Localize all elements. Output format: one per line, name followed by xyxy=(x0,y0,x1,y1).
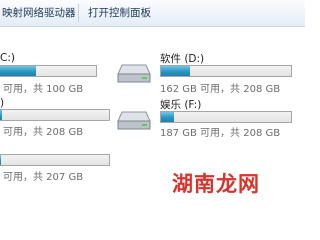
drive-usage-fill xyxy=(0,155,2,165)
drive-space-text: 可用，共 100 GB xyxy=(3,84,84,95)
hard-drive-icon xyxy=(117,111,151,130)
drive-name: ) xyxy=(0,97,5,109)
drive-usage-bar xyxy=(160,111,292,123)
drive-name: 娱乐 (F:) xyxy=(160,99,202,111)
map-network-drive-button[interactable]: 映射网络驱动器 xyxy=(2,5,76,20)
drive-usage-fill xyxy=(161,112,174,122)
drive-usage-bar xyxy=(160,65,292,77)
drive-usage-bar xyxy=(0,109,110,121)
command-toolbar: 映射网络驱动器 打开控制面板 xyxy=(0,0,305,27)
drive-item-d[interactable]: 软件 (D:) 162 GB 可用，共 208 GB xyxy=(117,50,305,95)
drive-name: C:) xyxy=(0,52,15,64)
drive-item-e[interactable]: ) 可用，共 208 GB xyxy=(0,96,110,138)
drive-item-c[interactable]: C:) 可用，共 100 GB xyxy=(0,50,110,95)
drive-usage-bar xyxy=(0,154,110,166)
drive-space-text: 162 GB 可用，共 208 GB xyxy=(160,84,281,95)
toolbar-separator xyxy=(78,4,79,22)
drive-usage-fill xyxy=(161,66,190,76)
open-control-panel-button[interactable]: 打开控制面板 xyxy=(88,5,151,20)
drive-usage-fill xyxy=(0,110,3,120)
drive-space-text: 可用，共 207 GB xyxy=(3,172,84,183)
hard-drive-icon xyxy=(117,64,151,83)
drive-space-text: 可用，共 208 GB xyxy=(3,127,84,138)
drive-item-f[interactable]: 娱乐 (F:) 187 GB 可用，共 208 GB xyxy=(117,95,305,139)
site-watermark: 湖南龙网 xyxy=(172,172,260,196)
drive-name: 软件 (D:) xyxy=(160,53,205,65)
drive-space-text: 187 GB 可用，共 208 GB xyxy=(160,128,281,139)
drive-usage-fill xyxy=(0,66,36,76)
drive-usage-bar xyxy=(0,65,97,77)
drive-item-g[interactable]: 可用，共 207 GB xyxy=(0,140,110,183)
